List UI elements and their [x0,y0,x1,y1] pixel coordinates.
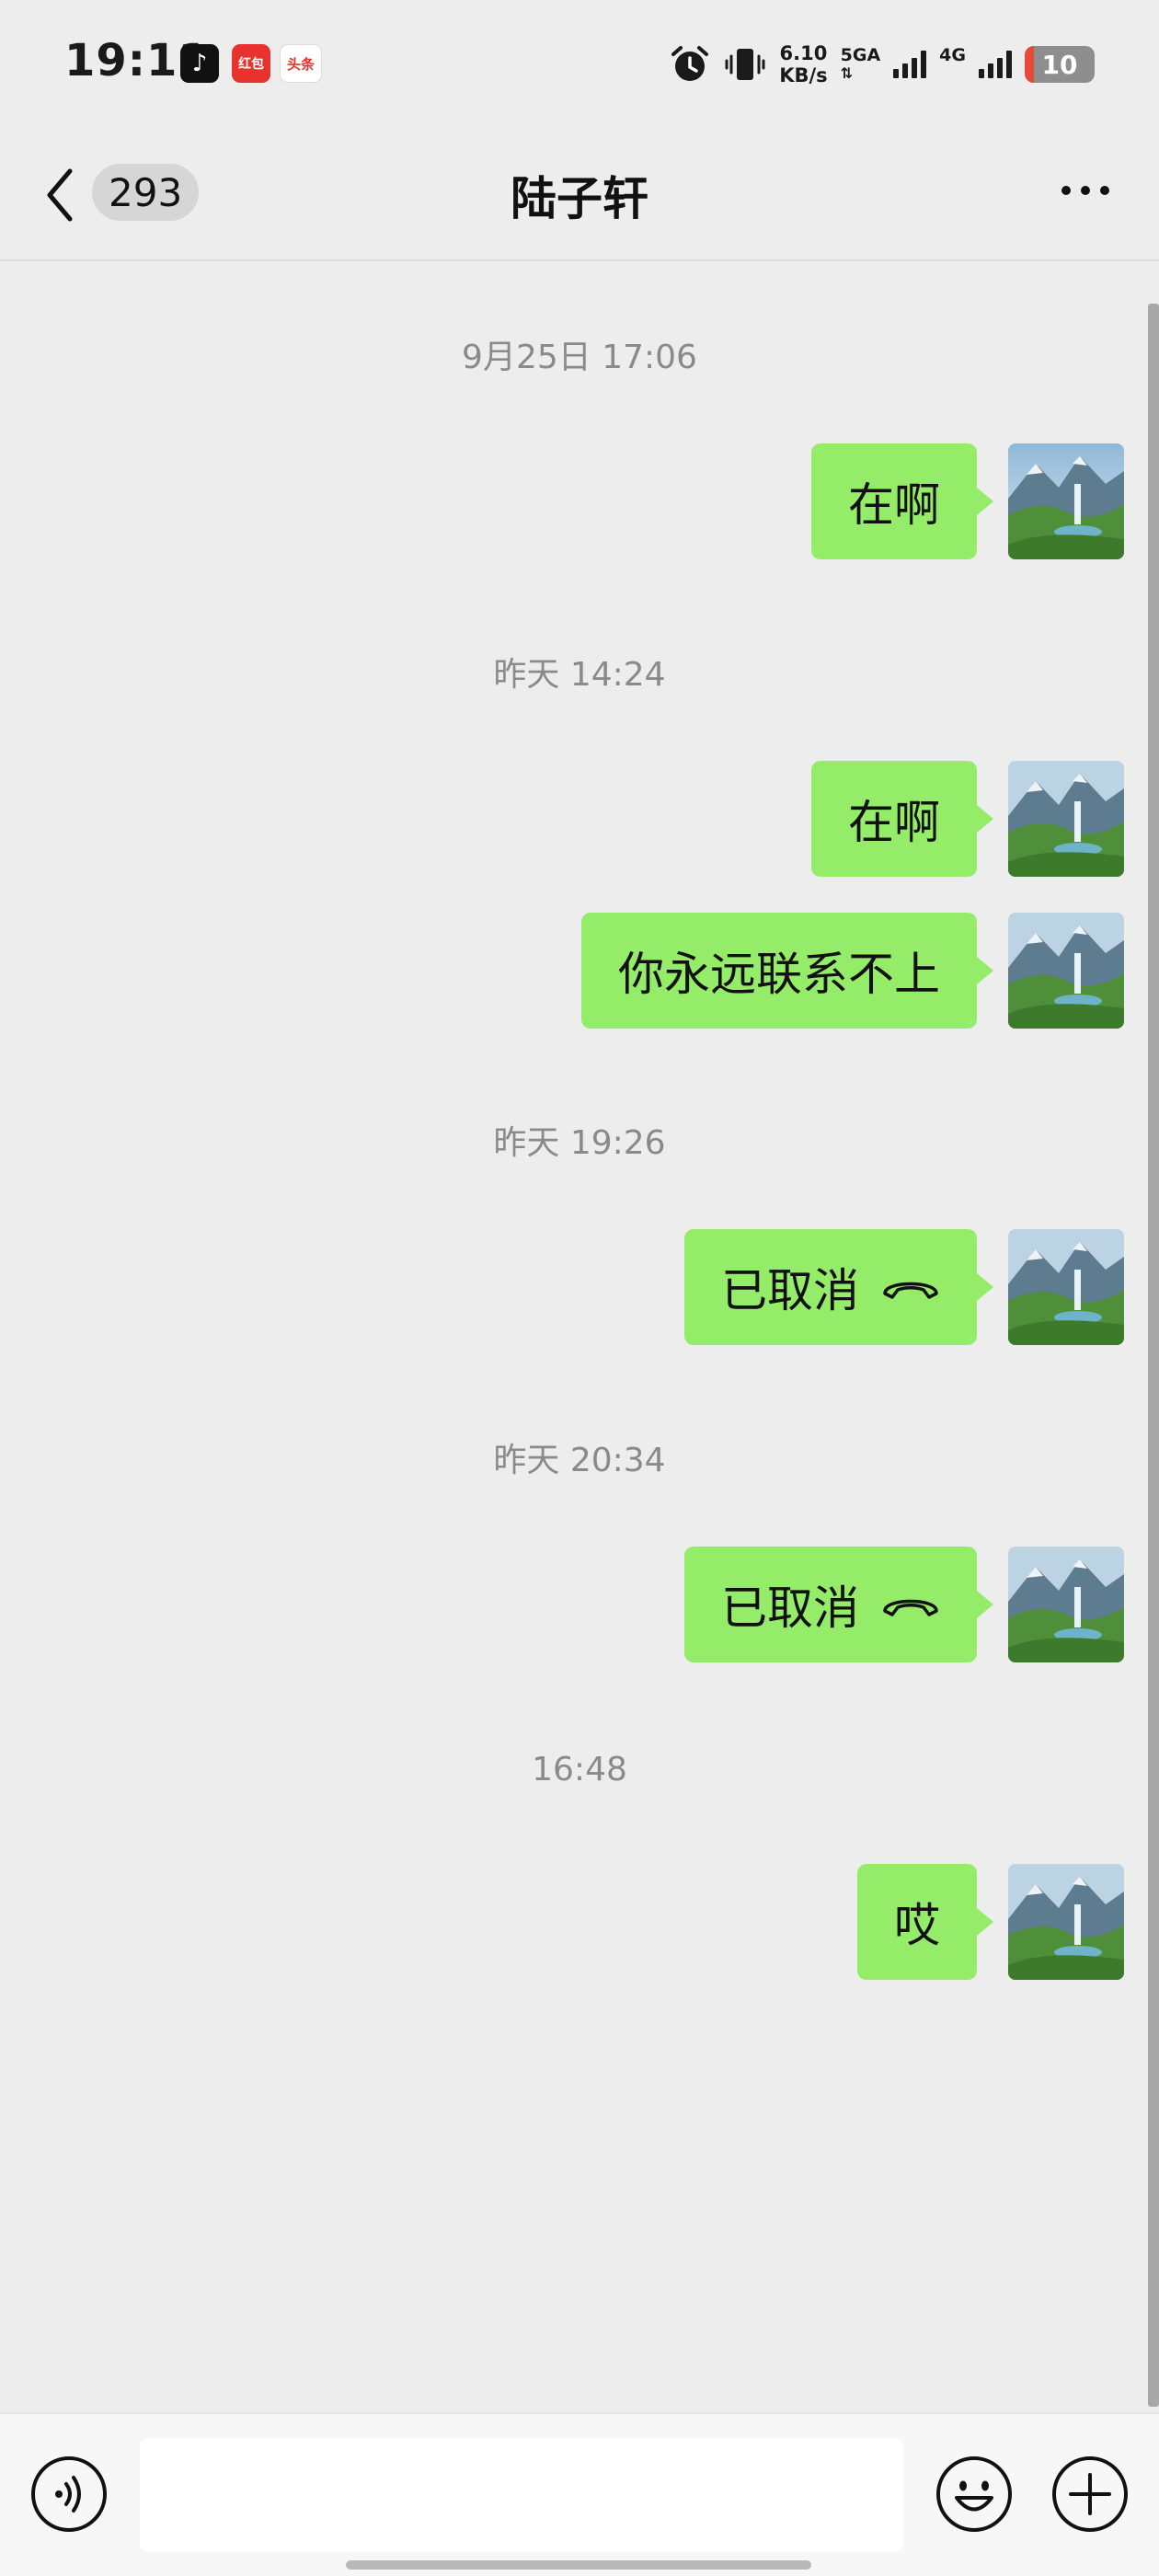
message-bubble[interactable]: 哎 [857,1864,993,1980]
avatar[interactable] [1008,761,1124,877]
message-text: 在啊 [848,796,940,849]
message-bubble[interactable]: 你永远联系不上 [581,913,993,1029]
message-list[interactable]: 9月25日 17:06 在啊 昨天 14:24 在啊 你永远联系不上 昨天 19… [0,263,1159,2412]
phone-hangup-icon [883,1282,938,1299]
message-row: 你永远联系不上 [581,913,1124,1029]
message-timestamp: 9月25日 17:06 [462,339,697,376]
avatar[interactable] [1008,1547,1124,1662]
more-options-icon[interactable] [1061,186,1109,195]
home-indicator[interactable] [346,2560,811,2570]
message-text: 你永远联系不上 [618,948,940,1001]
scrollbar[interactable] [1148,304,1159,2407]
toutiao-icon: 头条 [280,44,322,83]
message-timestamp: 昨天 19:26 [493,1124,666,1162]
message-timestamp: 16:48 [532,1751,627,1788]
network-label-2: 4G [939,45,966,65]
status-bar: 19:11 ♪ 红包 头条 6.10 KB/s 5GA ⇅ 4G 10 [0,0,1159,129]
avatar[interactable] [1008,1229,1124,1345]
call-cancelled-bubble[interactable]: 已取消 [684,1229,993,1345]
message-row: 哎 [857,1864,1124,1980]
message-row: 在啊 [811,443,1124,559]
message-text: 哎 [894,1899,940,1952]
phone-hangup-icon [883,1599,938,1616]
speed-unit: KB/s [779,64,828,86]
emoji-icon[interactable] [935,2455,1014,2534]
plus-icon[interactable] [1050,2455,1130,2534]
battery-level: 10 [1041,49,1078,80]
input-bar [0,2412,1159,2576]
message-row: 在啊 [811,761,1124,877]
data-arrows-icon: ⇅ [840,64,854,82]
tiktok-icon: ♪ [180,44,219,83]
message-text: 已取消 [721,1581,859,1635]
message-bubble[interactable]: 在啊 [811,443,993,559]
alarm-icon [671,46,709,81]
network-type-2: 4G [939,46,966,83]
avatar[interactable] [1008,913,1124,1029]
chat-header: 293 陆子轩 [0,129,1159,261]
message-row: 已取消 [684,1229,1124,1345]
message-timestamp: 昨天 20:34 [493,1442,666,1479]
voice-icon[interactable] [29,2455,109,2534]
network-speed: 6.10 KB/s [779,42,827,86]
message-row: 已取消 [684,1547,1124,1662]
vibrate-icon [725,49,765,80]
message-text: 在啊 [848,478,940,532]
avatar[interactable] [1008,1864,1124,1980]
speed-value: 6.10 [779,42,828,64]
shopping-app-icon: 红包 [232,44,270,83]
message-bubble[interactable]: 在啊 [811,761,993,877]
avatar[interactable] [1008,443,1124,559]
call-cancelled-bubble[interactable]: 已取消 [684,1547,993,1662]
status-indicators: 6.10 KB/s 5GA ⇅ 4G 10 [669,37,1095,92]
battery-icon: 10 [1025,46,1095,83]
chat-title: 陆子轩 [511,172,648,225]
signal-bars-2-icon [979,51,1012,78]
message-input[interactable] [140,2438,903,2552]
message-text: 已取消 [721,1264,859,1317]
signal-bars-icon [893,51,927,78]
network-label-1: 5GA [840,45,881,65]
network-type-1: 5GA ⇅ [841,46,881,83]
message-timestamp: 昨天 14:24 [493,656,666,694]
